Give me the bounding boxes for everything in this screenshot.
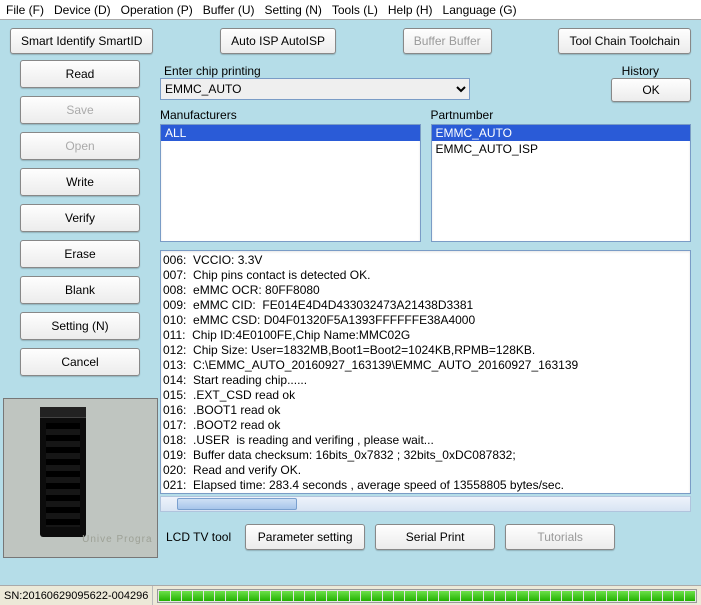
menu-bar: File (F) Device (D) Operation (P) Buffer… — [0, 0, 701, 20]
side-button-column: Read Save Open Write Verify Erase Blank … — [10, 60, 150, 558]
log-line: 006: VCCIO: 3.3V — [163, 253, 684, 268]
menu-operation[interactable]: Operation (P) — [121, 3, 193, 17]
history-label: History — [622, 64, 659, 78]
manufacturers-label: Manufacturers — [160, 108, 421, 122]
log-line: 007: Chip pins contact is detected OK. — [163, 268, 684, 283]
list-item[interactable]: EMMC_AUTO_ISP — [432, 141, 691, 157]
menu-tools[interactable]: Tools (L) — [332, 3, 378, 17]
erase-button[interactable]: Erase — [20, 240, 140, 268]
device-photo-label: Unive Progra — [82, 534, 152, 545]
serial-number-label: SN:20160629095622-004296 — [0, 586, 153, 605]
menu-file[interactable]: File (F) — [6, 3, 44, 17]
open-button: Open — [20, 132, 140, 160]
log-line: 008: eMMC OCR: 80FF8080 — [163, 283, 684, 298]
log-line: 014: Start reading chip...... — [163, 373, 684, 388]
write-button[interactable]: Write — [20, 168, 140, 196]
status-bar: SN:20160629095622-004296 — [0, 585, 701, 605]
log-area: 006: VCCIO: 3.3V007: Chip pins contact i… — [160, 250, 691, 512]
bottom-button-row: LCD TV tool Parameter setting Serial Pri… — [160, 520, 691, 550]
log-line: 013: C:\EMMC_AUTO_20160927_163139\EMMC_A… — [163, 358, 684, 373]
log-line: 018: .USER is reading and verifing , ple… — [163, 433, 684, 448]
log-line: 021: Elapsed time: 283.4 seconds , avera… — [163, 478, 684, 493]
log-line: 012: Chip Size: User=1832MB,Boot1=Boot2=… — [163, 343, 684, 358]
manufacturers-list[interactable]: ALL — [160, 124, 421, 242]
menu-language[interactable]: Language (G) — [443, 3, 517, 17]
menu-buffer[interactable]: Buffer (U) — [203, 3, 255, 17]
setting-button[interactable]: Setting (N) — [20, 312, 140, 340]
list-item[interactable]: ALL — [161, 125, 420, 141]
log-line: 009: eMMC CID: FE014E4D4D433032473A21438… — [163, 298, 684, 313]
smart-identify-button[interactable]: Smart Identify SmartID — [10, 28, 153, 54]
menu-setting[interactable]: Setting (N) — [265, 3, 322, 17]
chip-select-panel: Enter chip printing History EMMC_AUTO OK… — [160, 60, 691, 242]
cancel-button[interactable]: Cancel — [20, 348, 140, 376]
buffer-button[interactable]: Buffer Buffer — [403, 28, 492, 54]
log-horizontal-scrollbar[interactable] — [160, 496, 691, 512]
device-photo: Unive Progra — [3, 398, 158, 558]
auto-isp-button[interactable]: Auto ISP AutoISP — [220, 28, 336, 54]
menu-device[interactable]: Device (D) — [54, 3, 111, 17]
menu-help[interactable]: Help (H) — [388, 3, 433, 17]
log-line: 016: .BOOT1 read ok — [163, 403, 684, 418]
verify-button[interactable]: Verify — [20, 204, 140, 232]
lcd-tv-tool-label: LCD TV tool — [166, 530, 231, 544]
log-line: 019: Buffer data checksum: 16bits_0x7832… — [163, 448, 684, 463]
log-line: 020: Read and verify OK. — [163, 463, 684, 478]
tool-chain-button[interactable]: Tool Chain Toolchain — [558, 28, 691, 54]
read-button[interactable]: Read — [20, 60, 140, 88]
serial-print-button[interactable]: Serial Print — [375, 524, 495, 550]
chip-combo[interactable]: EMMC_AUTO — [160, 78, 470, 100]
progress-bar — [157, 589, 697, 603]
ok-button[interactable]: OK — [611, 78, 691, 102]
log-line: 015: .EXT_CSD read ok — [163, 388, 684, 403]
partnumber-list[interactable]: EMMC_AUTO EMMC_AUTO_ISP — [431, 124, 692, 242]
save-button: Save — [20, 96, 140, 124]
log-line: 011: Chip ID:4E0100FE,Chip Name:MMC02G — [163, 328, 684, 343]
parameter-setting-button[interactable]: Parameter setting — [245, 524, 365, 550]
enter-chip-label: Enter chip printing — [164, 64, 261, 78]
log-line: 010: eMMC CSD: D04F01320F5A1393FFFFFFE38… — [163, 313, 684, 328]
top-button-row: Smart Identify SmartID Auto ISP AutoISP … — [0, 20, 701, 60]
list-item[interactable]: EMMC_AUTO — [432, 125, 691, 141]
log-line: 017: .BOOT2 read ok — [163, 418, 684, 433]
log-box[interactable]: 006: VCCIO: 3.3V007: Chip pins contact i… — [160, 250, 691, 494]
partnumber-label: Partnumber — [431, 108, 692, 122]
blank-button[interactable]: Blank — [20, 276, 140, 304]
tutorials-button: Tutorials — [505, 524, 615, 550]
